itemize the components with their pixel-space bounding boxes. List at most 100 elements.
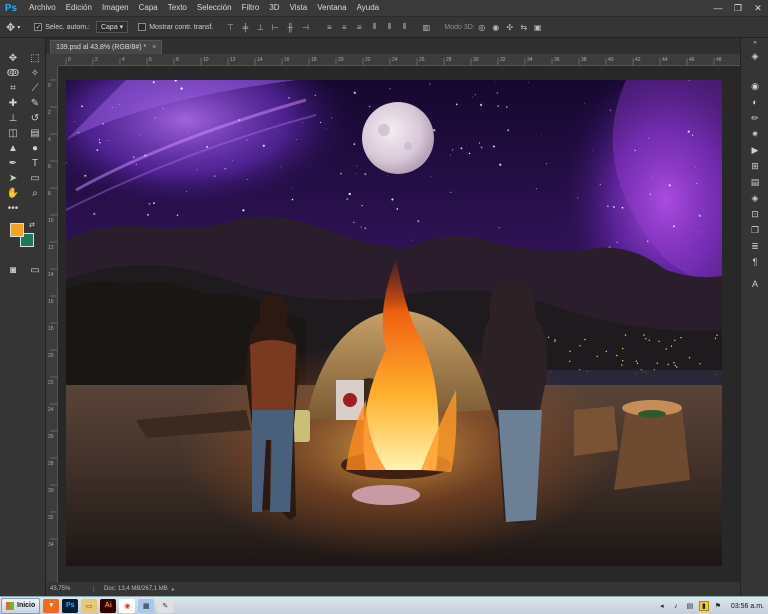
clone-stamp-tool-icon[interactable]: ⊥ [4, 111, 22, 125]
align-right-icon[interactable]: ⊣ [298, 21, 312, 33]
menu-archivo[interactable]: Archivo [24, 0, 61, 16]
layers-icon[interactable]: ◈ [741, 48, 768, 64]
town-light [635, 360, 637, 362]
marquee-tool-icon[interactable]: ⬚ [26, 51, 44, 65]
align-top-icon[interactable]: ⊤ [223, 21, 237, 33]
foreground-color-swatch[interactable] [10, 223, 24, 237]
character-icon[interactable]: A [741, 276, 768, 292]
zoom-level[interactable]: 43,75% [46, 586, 94, 592]
menu-filtro[interactable]: Filtro [237, 0, 265, 16]
move-tool-icon[interactable]: ✥ ▾ [6, 21, 20, 34]
paint-icon[interactable]: ✎ [157, 598, 174, 613]
paragraph-icon[interactable]: ¶ [741, 254, 768, 270]
close-icon[interactable]: ✕ [748, 0, 768, 16]
healing-brush-tool-icon[interactable]: ✚ [4, 96, 22, 110]
menu-vista[interactable]: Vista [285, 0, 313, 16]
lasso-tool-icon[interactable]: ↂ [4, 66, 22, 80]
menu-ayuda[interactable]: Ayuda [352, 0, 385, 16]
pen-tool-icon[interactable]: ✒ [4, 156, 22, 170]
move-tool-icon[interactable]: ✥ [4, 51, 22, 65]
menu-capa[interactable]: Capa [134, 0, 163, 16]
color-panel-icon[interactable]: ◉ [741, 78, 768, 94]
town-light [676, 366, 678, 368]
swatches-icon[interactable]: ◈ [741, 190, 768, 206]
brush-tool-icon[interactable]: ✎ [26, 96, 44, 110]
brave-icon[interactable]: ▼ [43, 598, 60, 613]
folder-icon[interactable]: ▭ [81, 598, 98, 613]
more-tools-icon[interactable]: ••• [4, 201, 22, 215]
auto-select-option[interactable]: ✓ Selec. autom.: [34, 23, 90, 31]
pan-3d-icon[interactable]: ✣ [503, 23, 517, 32]
artwork-canvas[interactable] [66, 80, 722, 566]
rectangle-tool-icon[interactable]: ▭ [26, 171, 44, 185]
distribute-right-icon[interactable]: ⦀ [397, 21, 411, 33]
show-transform-checkbox[interactable] [138, 23, 147, 31]
history-icon[interactable]: ⊡ [741, 206, 768, 222]
path-selection-tool-icon[interactable]: ➤ [4, 171, 22, 185]
menu-ventana[interactable]: Ventana [312, 0, 351, 16]
distribute-top-icon[interactable]: ≡ [322, 21, 336, 33]
menu-imagen[interactable]: Imagen [97, 0, 134, 16]
close-document-icon[interactable]: × [152, 44, 156, 51]
channels-icon[interactable]: ❐ [741, 222, 768, 238]
gradient-tool-icon[interactable]: ▤ [26, 126, 44, 140]
hand-tool-icon[interactable]: ✋ [4, 186, 22, 200]
clock[interactable]: 03:56 a.m. [731, 603, 764, 610]
align-vcenter-icon[interactable]: ╪ [238, 21, 252, 33]
magic-wand-tool-icon[interactable]: ✧ [26, 66, 44, 80]
explorer-icon[interactable]: ▦ [138, 598, 155, 613]
history-brush-tool-icon[interactable]: ↺ [26, 111, 44, 125]
swap-colors-icon[interactable]: ⇄ [29, 221, 35, 229]
tray-expand-icon[interactable]: ◂ [657, 601, 667, 611]
maximize-icon[interactable]: ❐ [728, 0, 748, 16]
eraser-tool-icon[interactable]: ◫ [4, 126, 22, 140]
align-hcenter-icon[interactable]: ╫ [283, 21, 297, 33]
slide-3d-icon[interactable]: ⇆ [517, 23, 531, 32]
layer-comps-icon[interactable]: ▤ [741, 174, 768, 190]
show-transform-option[interactable]: Mostrar contr. transf. [138, 23, 213, 31]
align-bottom-icon[interactable]: ⊥ [253, 21, 267, 33]
blur-tool-icon[interactable]: ▲ [4, 141, 22, 155]
align-left-icon[interactable]: ⊢ [268, 21, 282, 33]
distribute-left-icon[interactable]: ⦀ [367, 21, 381, 33]
orbit-3d-icon[interactable]: ◎ [475, 23, 489, 32]
paths-icon[interactable]: ≣ [741, 238, 768, 254]
scale-3d-icon[interactable]: ▣ [531, 23, 545, 32]
network-icon[interactable]: ▤ [685, 601, 695, 611]
brush-panel-icon[interactable]: ✏ [741, 110, 768, 126]
play-actions-icon[interactable]: ▶ [741, 142, 768, 158]
menu-3d[interactable]: 3D [264, 0, 284, 16]
roll-3d-icon[interactable]: ◉ [489, 23, 503, 32]
status-menu-arrow-icon[interactable]: ▸ [172, 586, 175, 593]
eyedropper-tool-icon[interactable]: ⟋ [26, 81, 44, 95]
illustrator-icon[interactable]: Ai [100, 598, 117, 613]
document-tab[interactable]: 139.psd al 43,8% (RGB/8#) * × [50, 40, 163, 54]
auto-align-icon[interactable]: ▥ [419, 21, 433, 33]
battery-icon[interactable]: ▮ [698, 601, 709, 611]
distribute-vcenter-icon[interactable]: ≡ [337, 21, 351, 33]
dodge-tool-icon[interactable]: ● [26, 141, 44, 155]
start-button[interactable]: Inicio [1, 597, 41, 614]
settings-gear-icon[interactable]: ✷ [741, 126, 768, 142]
photoshop-icon[interactable]: Ps [62, 598, 79, 613]
collapse-panels-icon[interactable]: » [741, 38, 768, 48]
quick-mask-icon[interactable]: ◙ [4, 263, 22, 277]
distribute-bottom-icon[interactable]: ≡ [352, 21, 366, 33]
auto-select-checkbox[interactable]: ✓ [34, 23, 43, 31]
flag-icon[interactable]: ⚑ [713, 601, 723, 611]
zoom-tool-icon[interactable]: ⌕ [26, 186, 44, 200]
screen-mode-icon[interactable]: ▭ [26, 263, 44, 277]
adjustments-icon[interactable]: ◐ [741, 94, 768, 110]
properties-icon[interactable]: ⊞ [741, 158, 768, 174]
distribute-hcenter-icon[interactable]: ⦀ [382, 21, 396, 33]
menu-seleccion[interactable]: Selección [192, 0, 237, 16]
chrome-icon[interactable]: ◉ [119, 598, 136, 613]
auto-select-target-dropdown[interactable]: Capa ▾ [95, 21, 129, 33]
minimize-icon[interactable]: — [708, 0, 728, 16]
menu-edicion[interactable]: Edición [61, 0, 97, 16]
canvas-area[interactable] [58, 66, 740, 582]
menu-texto[interactable]: Texto [163, 0, 192, 16]
crop-tool-icon[interactable]: ⌗ [4, 81, 22, 95]
speaker-icon[interactable]: ♪ [671, 601, 681, 611]
type-tool-icon[interactable]: T [26, 156, 44, 170]
